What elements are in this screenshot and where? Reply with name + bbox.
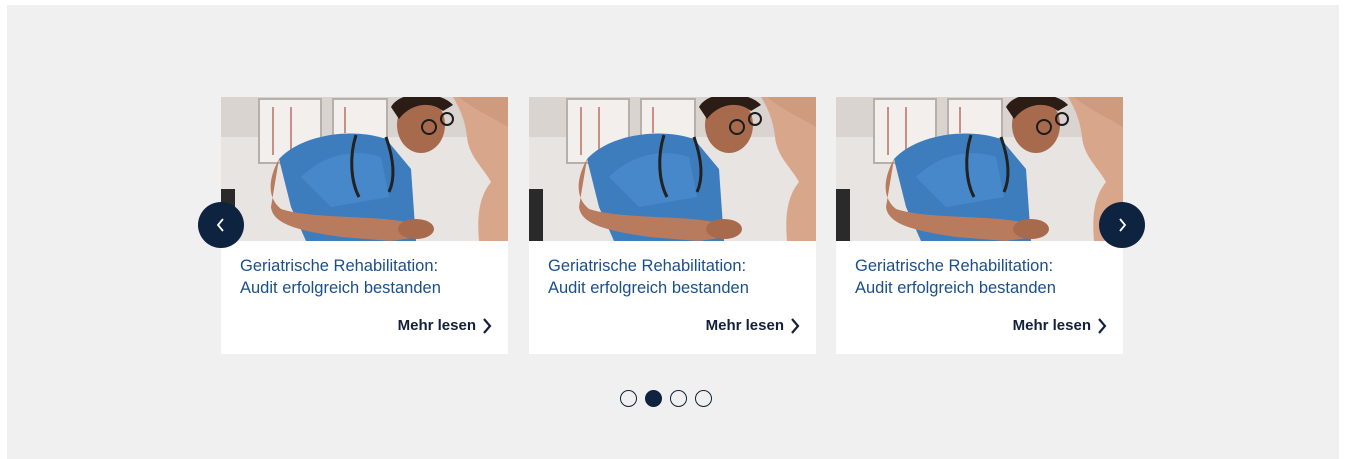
read-more-label: Mehr lesen	[1012, 317, 1091, 334]
news-card[interactable]: Geriatrische Rehabilitation: Audit erfol…	[836, 97, 1123, 354]
card-title[interactable]: Geriatrische Rehabilitation: Audit erfol…	[240, 255, 495, 299]
chevron-right-icon	[1119, 218, 1127, 232]
chevron-left-icon	[216, 218, 224, 232]
card-title-line: Audit erfolgreich bestanden	[855, 279, 1056, 297]
read-more-label: Mehr lesen	[397, 317, 476, 334]
pagination-dot-active[interactable]	[645, 390, 662, 407]
read-more-link[interactable]: Mehr lesen	[398, 317, 492, 334]
pagination-dot[interactable]	[695, 390, 712, 407]
read-more-label: Mehr lesen	[705, 317, 784, 334]
card-title-line: Geriatrische Rehabilitation:	[548, 257, 747, 275]
carousel-next-button[interactable]	[1099, 202, 1145, 248]
read-more-link[interactable]: Mehr lesen	[1013, 317, 1107, 334]
card-title-line: Geriatrische Rehabilitation:	[240, 257, 439, 275]
carousel-prev-button[interactable]	[198, 202, 244, 248]
news-card[interactable]: Geriatrische Rehabilitation: Audit erfol…	[221, 97, 508, 354]
chevron-right-icon	[483, 317, 492, 334]
chevron-right-icon	[1098, 317, 1107, 334]
pagination-dot[interactable]	[620, 390, 637, 407]
carousel-pagination	[620, 390, 712, 407]
pagination-dot[interactable]	[670, 390, 687, 407]
read-more-link[interactable]: Mehr lesen	[706, 317, 800, 334]
nurse-photo	[221, 97, 508, 241]
card-title[interactable]: Geriatrische Rehabilitation: Audit erfol…	[548, 255, 803, 299]
news-card[interactable]: Geriatrische Rehabilitation: Audit erfol…	[529, 97, 816, 354]
news-carousel-section: Geriatrische Rehabilitation: Audit erfol…	[7, 5, 1339, 459]
nurse-photo	[529, 97, 816, 241]
card-title-line: Geriatrische Rehabilitation:	[855, 257, 1054, 275]
nurse-photo	[836, 97, 1123, 241]
card-title-line: Audit erfolgreich bestanden	[240, 279, 441, 297]
chevron-right-icon	[791, 317, 800, 334]
card-title-line: Audit erfolgreich bestanden	[548, 279, 749, 297]
card-title[interactable]: Geriatrische Rehabilitation: Audit erfol…	[855, 255, 1110, 299]
